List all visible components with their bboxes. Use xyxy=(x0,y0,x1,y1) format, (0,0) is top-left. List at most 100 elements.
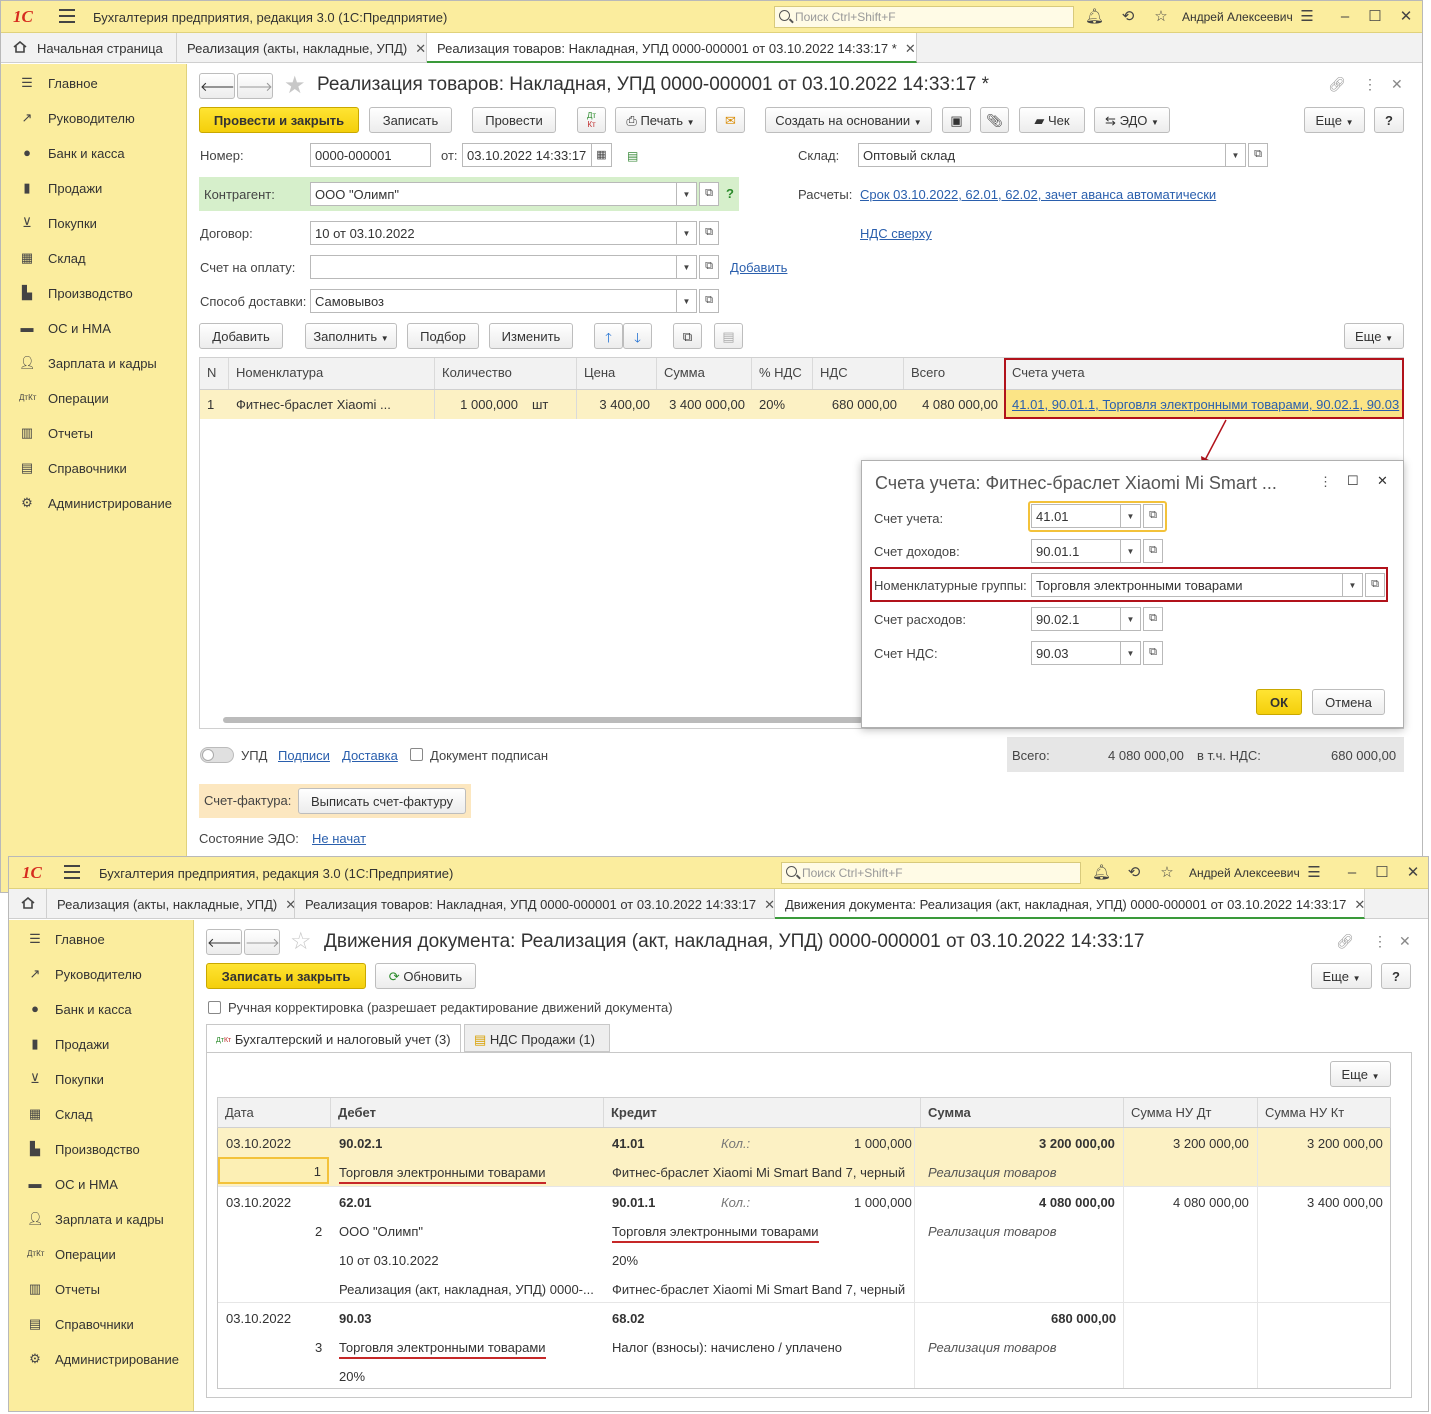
bell-icon[interactable]: 🔔︎ xyxy=(1085,8,1104,26)
post-close-button[interactable]: Провести и закрыть xyxy=(199,107,359,133)
email-button[interactable]: ✉ xyxy=(716,107,745,133)
sidebar-item-main[interactable]: ☰ Главное xyxy=(1,66,186,101)
tab-sales-doc[interactable]: Реализация товаров: Накладная, УПД 0000-… xyxy=(295,889,775,919)
select-button[interactable]: Подбор xyxy=(407,323,479,349)
chevron-down-icon[interactable]: ▼ xyxy=(1121,607,1141,631)
sidebar-item-admin[interactable]: ⚙ Администрирование xyxy=(1,486,186,521)
tab-sales-list[interactable]: Реализация (акты, накладные, УПД)✕ xyxy=(177,33,427,63)
tab-close-icon[interactable]: ✕ xyxy=(905,41,916,56)
invoice-field[interactable] xyxy=(310,255,677,279)
add-row-button[interactable]: Добавить xyxy=(199,323,283,349)
calendar-icon[interactable]: ▦ xyxy=(592,143,612,167)
table-more-button[interactable]: Еще ▼ xyxy=(1344,323,1404,349)
menu-icon[interactable] xyxy=(64,865,80,879)
open-icon[interactable]: ⧉ xyxy=(1143,607,1163,631)
sidebar-item-manager[interactable]: ↗ Руководителю xyxy=(1,101,186,136)
favorite-star-icon[interactable]: ☆ xyxy=(290,927,312,956)
save-close-button[interactable]: Записать и закрыть xyxy=(206,963,366,989)
sidebar-item-operations[interactable]: ДтКт Операции xyxy=(1,381,186,416)
tab-close-icon[interactable]: ✕ xyxy=(285,897,294,912)
sf-button[interactable]: Выписать счет-фактуру xyxy=(298,788,466,814)
tab-home[interactable]: Начальная страница xyxy=(1,33,177,63)
settlements-link[interactable]: Срок 03.10.2022, 62.01, 62.02, зачет ава… xyxy=(860,187,1216,202)
help-button[interactable]: ? xyxy=(1381,963,1411,989)
number-field[interactable]: 0000-000001 xyxy=(310,143,431,167)
date-field[interactable]: 03.10.2022 14:33:17 xyxy=(462,143,592,167)
group-field[interactable]: Торговля электронными товарами xyxy=(1031,573,1343,597)
attach-button[interactable]: 📎︎ xyxy=(980,107,1009,133)
bell-icon[interactable]: 🔔︎ xyxy=(1092,864,1111,882)
move-up-button[interactable]: 🡑 xyxy=(594,323,623,349)
open-icon[interactable]: ⧉ xyxy=(699,289,719,313)
create-based-button[interactable]: Создать на основании ▼ xyxy=(765,107,932,133)
open-icon[interactable]: ⧉ xyxy=(1143,641,1163,665)
sidebar-item-sales[interactable]: ▮ Продажи xyxy=(1,171,186,206)
open-icon[interactable]: ⧉ xyxy=(699,221,719,245)
post-button[interactable]: Провести xyxy=(472,107,556,133)
search-input[interactable]: Поиск Ctrl+Shift+F xyxy=(781,862,1081,884)
sidebar-item-purchases[interactable]: ⊻ Покупки xyxy=(1,206,186,241)
sidebar-item-assets[interactable]: ▬ ОС и НМА xyxy=(9,1167,193,1202)
sidebar-item-warehouse[interactable]: ▦ Склад xyxy=(9,1097,193,1132)
scrollbar[interactable] xyxy=(223,717,863,723)
star-icon[interactable]: ☆ xyxy=(1158,864,1176,882)
copy-button[interactable]: ⧉ xyxy=(673,323,702,349)
tab-close-icon[interactable]: ✕ xyxy=(1354,897,1364,912)
sidebar-item-production[interactable]: ▙ Производство xyxy=(9,1132,193,1167)
minimize-icon[interactable]: – xyxy=(1336,8,1354,26)
chevron-down-icon[interactable]: ▼ xyxy=(677,221,697,245)
tab-close-icon[interactable]: ✕ xyxy=(415,41,426,56)
help-button[interactable]: ? xyxy=(1374,107,1404,133)
sidebar-item-bank[interactable]: ● Банк и касса xyxy=(1,136,186,171)
subtab-vat[interactable]: ▤ НДС Продажи (1) xyxy=(464,1024,610,1052)
row-number-cell[interactable]: 1 xyxy=(218,1157,329,1184)
subtab-acc[interactable]: ДтКт Бухгалтерский и налоговый учет (3) xyxy=(206,1024,461,1053)
dtkt-button[interactable]: Дт Кт xyxy=(577,107,606,133)
sidebar-item-purchases[interactable]: ⊻ Покупки xyxy=(9,1062,193,1097)
delivery-field[interactable]: Самовывоз xyxy=(310,289,677,313)
fill-button[interactable]: Заполнить ▼ xyxy=(305,323,397,349)
settings-icon[interactable]: ☰ xyxy=(1298,8,1316,26)
sidebar-item-manager[interactable]: ↗ Руководителю xyxy=(9,957,193,992)
sidebar-item-reports[interactable]: ▥ Отчеты xyxy=(9,1272,193,1307)
add-invoice-link[interactable]: Добавить xyxy=(730,260,787,275)
tab-home[interactable] xyxy=(9,889,47,919)
history-icon[interactable]: ⟲ xyxy=(1125,864,1143,882)
open-icon[interactable]: ⧉ xyxy=(699,182,719,206)
tab-movements[interactable]: Движения документа: Реализация (акт, нак… xyxy=(775,889,1365,919)
save-button[interactable]: Записать xyxy=(369,107,452,133)
link-icon[interactable]: 🔗︎ xyxy=(1336,933,1354,950)
vat-account-field[interactable]: 90.03 xyxy=(1031,641,1121,665)
star-icon[interactable]: ☆ xyxy=(1152,8,1170,26)
settings-icon[interactable]: ☰ xyxy=(1305,864,1323,882)
edo-button[interactable]: ⇆ ЭДО ▼ xyxy=(1094,107,1170,133)
counterparty-field[interactable]: ООО "Олимп" xyxy=(310,182,677,206)
delivery-link[interactable]: Доставка xyxy=(342,748,398,763)
more-button[interactable]: Еще ▼ xyxy=(1304,107,1365,133)
edo-status-link[interactable]: Не начат xyxy=(312,831,366,846)
favorite-star-icon[interactable]: ★ xyxy=(284,71,306,100)
kebab-icon[interactable]: ⋮ xyxy=(1373,933,1387,950)
maximize-icon[interactable]: ☐ xyxy=(1373,864,1391,882)
kebab-icon[interactable]: ⋮ xyxy=(1363,76,1377,93)
ok-button[interactable]: ОК xyxy=(1256,689,1302,715)
sidebar-item-production[interactable]: ▙ Производство xyxy=(1,276,186,311)
forward-button[interactable]: 🡒 xyxy=(244,929,280,955)
change-button[interactable]: Изменить xyxy=(489,323,573,349)
back-button[interactable]: 🡐 xyxy=(206,929,242,955)
income-field[interactable]: 90.01.1 xyxy=(1031,539,1121,563)
open-icon[interactable]: ⧉ xyxy=(699,255,719,279)
sidebar-item-references[interactable]: ▤ Справочники xyxy=(1,451,186,486)
sidebar-item-references[interactable]: ▤ Справочники xyxy=(9,1307,193,1342)
chevron-down-icon[interactable]: ▼ xyxy=(677,182,697,206)
open-icon[interactable]: ⧉ xyxy=(1143,504,1163,528)
signatures-link[interactable]: Подписи xyxy=(278,748,330,763)
chevron-down-icon[interactable]: ▼ xyxy=(1226,143,1246,167)
sidebar-item-salary[interactable]: 👤︎ Зарплата и кадры xyxy=(1,346,186,381)
tab-sales-list[interactable]: Реализация (акты, накладные, УПД)✕ xyxy=(47,889,295,919)
sidebar-item-salary[interactable]: 👤︎ Зарплата и кадры xyxy=(9,1202,193,1237)
back-button[interactable]: 🡐 xyxy=(199,73,235,99)
sidebar-item-sales[interactable]: ▮ Продажи xyxy=(9,1027,193,1062)
account-field[interactable]: 41.01 xyxy=(1031,504,1121,528)
kebab-icon[interactable]: ⋮ xyxy=(1319,474,1332,490)
